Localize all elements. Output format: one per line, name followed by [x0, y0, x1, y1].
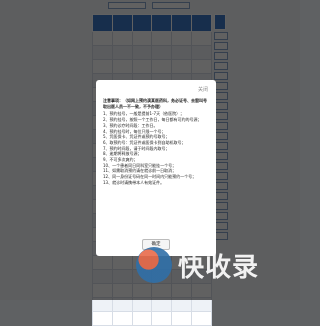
watermark-text: 快收录 [178, 252, 260, 283]
notice-item: 12、同一身份证号码在同一时间内只能预约一个号； [103, 174, 197, 180]
notice-body: 注意事项：（如网上预约演某医药科，务必证号、去窗叫号取出医人员一不一致，不予办理… [103, 98, 210, 186]
watermark-logo-icon [136, 247, 172, 283]
notice-modal: 关闭 注意事项：（如网上预约演某医药科，务必证号、去窗叫号取出医人员一不一致，不… [96, 80, 216, 256]
notice-list: 1、预约挂号，一般是提前1-7天（依医院）； 2、预约挂号，按照一个工作日，每日… [103, 111, 210, 185]
watermark: 快收录 [136, 240, 296, 290]
notice-item: 13、就诊时请携带本人有效证件。 [103, 179, 165, 185]
notice-item: 2、预约挂号，按照一个工作日，每日都有可约的号源； [103, 117, 202, 123]
close-button[interactable]: 关闭 [198, 86, 208, 93]
notice-heading: 注意事项：（如网上预约演某医药科，务必证号、去窗叫号取出医人员一不一致，不予办理… [103, 98, 207, 109]
